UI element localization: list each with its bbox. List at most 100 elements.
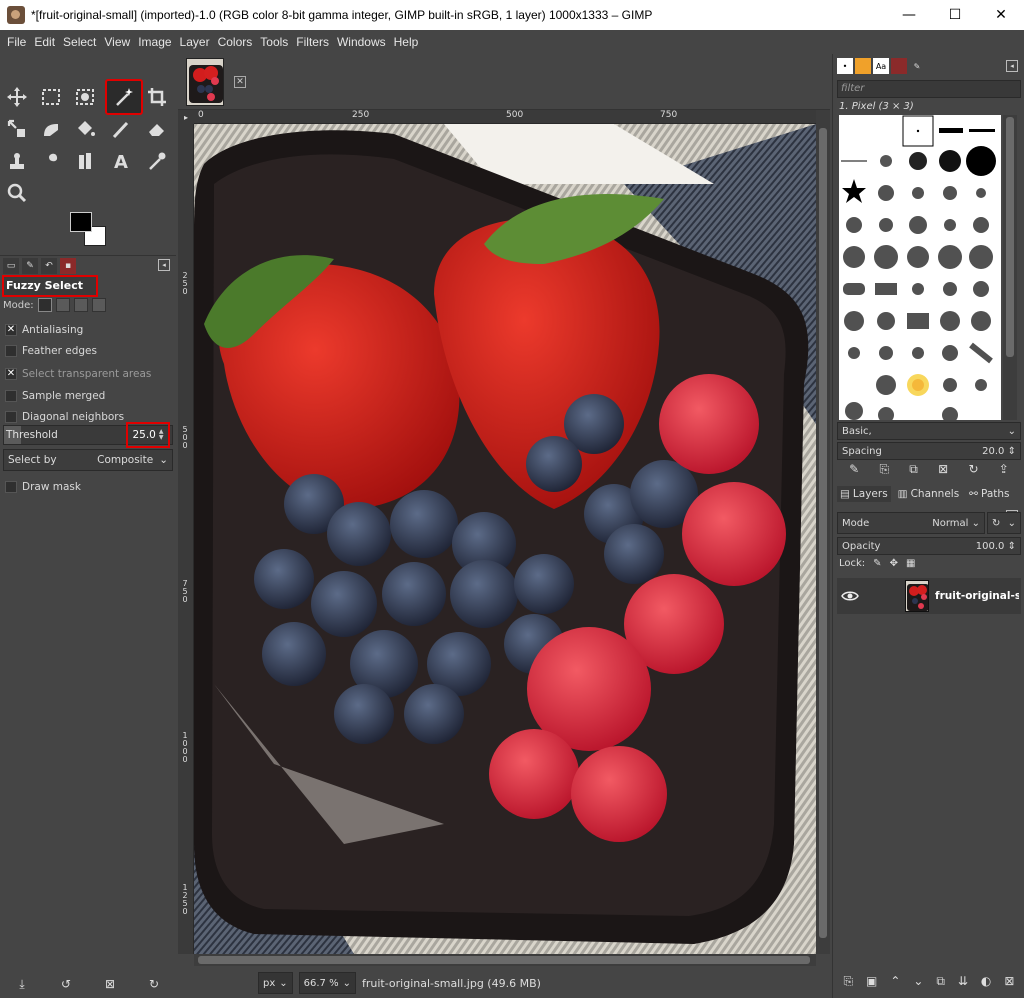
foreground-color-swatch[interactable] [70,212,92,232]
horizontal-scrollbar[interactable] [194,954,816,966]
crop-tool-icon[interactable] [142,82,172,112]
new-layer-icon[interactable]: ⎘ [843,974,853,989]
ruler-corner-icon[interactable]: ▸ [178,110,194,124]
images-tab-icon[interactable]: ▪ [60,257,76,274]
unit-dropdown[interactable]: px ⌄ [258,972,293,994]
lock-alpha-icon[interactable]: ▦ [906,558,915,569]
add-mask-icon[interactable]: ◐ [981,974,991,989]
composite-mode-button[interactable]: ↻ ⌄ [987,512,1021,534]
new-layer-group-icon[interactable]: ▣ [866,974,877,989]
reset-options-icon[interactable]: ↻ [146,976,162,992]
zoom-dropdown[interactable]: 66.7 % ⌄ [298,972,356,994]
undo-history-tab-icon[interactable]: ↶ [41,257,57,274]
paintbrush-tool-icon[interactable] [106,114,136,144]
vertical-ruler[interactable]: 2 5 0 5 0 0 7 5 0 1 0 0 0 1 2 5 0 [178,124,194,954]
mode-replace-icon[interactable] [37,298,52,312]
brushes-dock-menu-icon[interactable]: ◂ [1006,60,1018,72]
delete-brush-icon[interactable]: ⊠ [938,462,948,477]
color-picker-tool-icon[interactable] [142,146,172,176]
lock-position-icon[interactable]: ✥ [890,558,898,569]
text-tool-icon[interactable]: A [106,146,136,176]
menu-select[interactable]: Select [59,35,100,49]
antialiasing-checkbox[interactable]: ✕ Antialiasing [5,324,83,336]
dock-menu-icon[interactable]: ◂ [158,259,170,271]
mode-intersect-icon[interactable] [91,298,106,312]
save-preset-icon[interactable]: ⤓ [14,976,30,992]
brush-as-image-icon[interactable]: ⇪ [999,462,1009,477]
menu-image[interactable]: Image [134,35,175,49]
restore-preset-icon[interactable]: ↺ [58,976,74,992]
new-brush-icon[interactable]: ⎘ [879,462,889,477]
maximize-button[interactable]: ☐ [932,0,978,30]
antialiasing-check-icon[interactable]: ✕ [5,324,17,336]
menu-colors[interactable]: Colors [214,35,257,49]
lock-pixels-icon[interactable]: ✎ [873,558,881,569]
mode-add-icon[interactable] [55,298,70,312]
device-status-tab-icon[interactable]: ✎ [22,257,38,274]
tab-layers[interactable]: ▤ Layers [837,486,891,502]
delete-preset-icon[interactable]: ⊠ [102,976,118,992]
brush-category-dropdown[interactable]: Basic, ⌄ [837,422,1021,440]
fonts-tab-icon[interactable]: Aa [873,58,889,74]
close-image-tab-icon[interactable]: ✕ [234,76,246,88]
tool-options-tab-icon[interactable]: ▭ [3,257,19,274]
spacing-slider[interactable]: Spacing 20.0 ⇕ [837,442,1021,460]
brush-filter-input[interactable]: filter [837,80,1021,98]
lower-layer-icon[interactable]: ⌄ [913,974,923,989]
spinner-arrows-icon[interactable]: ⇕ [1008,541,1016,552]
brush-editor-tab-icon[interactable]: ✎ [909,58,925,74]
brush-grid[interactable] [839,115,1001,420]
smudge-tool-icon[interactable] [36,146,66,176]
move-tool-icon[interactable] [2,82,32,112]
layer-row[interactable]: fruit-original-small [837,578,1021,614]
zoom-tool-icon[interactable] [2,178,32,208]
select-transparent-check-icon[interactable]: ✕ [5,368,17,380]
merge-down-icon[interactable]: ⇊ [958,974,968,989]
tab-paths[interactable]: ⚯ Paths [966,486,1012,502]
spinner-arrows-icon[interactable]: ⇕ [1008,446,1016,457]
eye-icon[interactable] [837,590,863,602]
spinner-arrows-icon[interactable]: ▲ ▼ [159,429,164,441]
menu-filters[interactable]: Filters [292,35,333,49]
image-tab-thumbnail[interactable] [186,58,224,106]
tab-channels[interactable]: ▥ Channels [895,486,963,502]
brushes-tab-icon[interactable]: • [837,58,853,74]
duplicate-layer-icon[interactable]: ⧉ [936,974,945,989]
minimize-button[interactable]: — [886,0,932,30]
clone-tool-icon[interactable] [2,146,32,176]
document-history-tab-icon[interactable] [891,58,907,74]
unified-transform-tool-icon[interactable] [2,114,32,144]
menu-tools[interactable]: Tools [256,35,292,49]
patterns-tab-icon[interactable] [855,58,871,74]
eraser-tool-icon[interactable] [142,114,172,144]
fuzzy-select-tool-icon[interactable] [105,79,143,115]
edit-brush-icon[interactable]: ✎ [849,462,859,477]
menu-help[interactable]: Help [390,35,423,49]
layer-mode-dropdown[interactable]: Mode Normal ⌄ [837,512,985,534]
select-transparent-checkbox[interactable]: ✕ Select transparent areas [5,368,151,380]
warp-tool-icon[interactable] [36,114,66,144]
brushes-scrollbar[interactable] [1003,115,1017,420]
rect-select-tool-icon[interactable] [36,82,66,112]
duplicate-brush-icon[interactable]: ⧉ [909,462,918,477]
diagonal-neighbors-checkbox[interactable]: Diagonal neighbors [5,411,124,423]
foreground-background-colors[interactable] [68,212,110,248]
menu-view[interactable]: View [100,35,134,49]
raise-layer-icon[interactable]: ⌃ [890,974,900,989]
horizontal-ruler[interactable]: 0 250 500 750 [194,110,816,124]
delete-layer-icon[interactable]: ⊠ [1004,974,1014,989]
opacity-slider[interactable]: Opacity 100.0 ⇕ [837,537,1021,555]
dodge-burn-tool-icon[interactable] [70,146,100,176]
mode-subtract-icon[interactable] [73,298,88,312]
foreground-select-tool-icon[interactable] [70,82,100,112]
image-canvas[interactable] [194,124,816,954]
menu-edit[interactable]: Edit [30,35,59,49]
refresh-brushes-icon[interactable]: ↻ [968,462,978,477]
bucket-fill-tool-icon[interactable] [70,114,100,144]
menu-windows[interactable]: Windows [333,35,390,49]
draw-mask-checkbox[interactable]: Draw mask [5,481,81,493]
menu-layer[interactable]: Layer [176,35,214,49]
threshold-slider[interactable]: Threshold 25.0 ▲ ▼ [3,422,173,448]
select-by-dropdown[interactable]: Select by Composite ⌄ [3,449,173,471]
threshold-spinner[interactable]: 25.0 ▲ ▼ [126,422,170,448]
